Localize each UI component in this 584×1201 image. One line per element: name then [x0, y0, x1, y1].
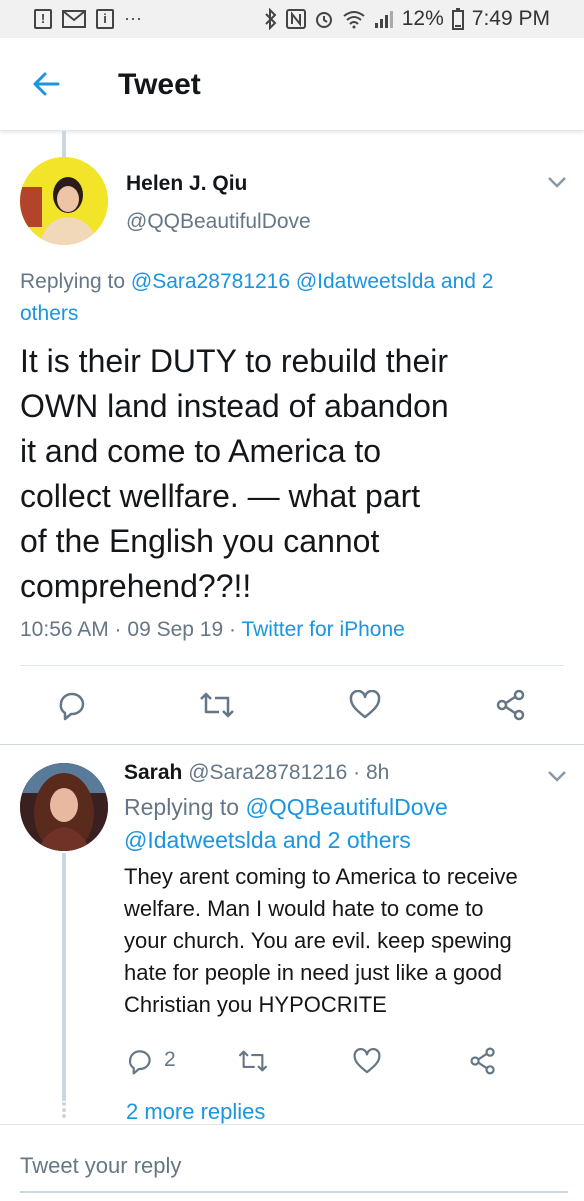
compose-bar: Tweet your reply — [0, 1124, 584, 1201]
thread-line-bottom — [62, 853, 66, 1101]
battery-icon — [451, 8, 464, 30]
tweet-source-link[interactable]: Twitter for iPhone — [241, 618, 404, 641]
info-icon: i — [96, 8, 114, 29]
share-icon[interactable] — [494, 688, 528, 722]
reply-icon[interactable] — [54, 688, 88, 722]
replying-prefix: Replying to — [20, 270, 126, 293]
author-name[interactable]: Helen J. Qiu — [126, 172, 247, 196]
avatar[interactable] — [20, 763, 108, 851]
back-arrow-icon[interactable] — [30, 68, 62, 100]
replying-to-others-link[interactable]: others — [20, 302, 78, 325]
bluetooth-icon — [265, 8, 277, 30]
reply-text-line: welfare. Man I would hate to come to — [124, 896, 484, 921]
status-bar: ! i ··· 12% 7:49 PM — [0, 0, 584, 38]
tweet-text: It is their DUTY to rebuild their OWN la… — [20, 339, 570, 609]
tweet-text-line: OWN land instead of abandon — [20, 388, 449, 424]
battery-percent: 12% — [401, 7, 444, 30]
signal-icon — [374, 11, 393, 28]
system-icons: 12% 7:49 PM — [264, 7, 550, 31]
wifi-icon — [343, 11, 365, 29]
clock: 7:49 PM — [471, 7, 550, 30]
tweet-text-line: collect wellfare. — what part — [20, 478, 421, 514]
tweet-meta: 10:56 AM · 09 Sep 19 · Twitter for iPhon… — [20, 618, 405, 642]
retweet-icon[interactable] — [197, 690, 237, 720]
reply-text-line: hate for people in need just like a good — [124, 960, 502, 985]
alarm-icon — [315, 12, 332, 28]
reply-count: 2 — [164, 1048, 176, 1071]
thread-line-top — [62, 131, 66, 157]
reply-text-line: Christian you HYPOCRITE — [124, 992, 387, 1017]
chevron-down-icon[interactable] — [546, 769, 568, 783]
reply-header: Sarah @Sara28781216 · 8h — [124, 761, 389, 785]
tweet-text-line: it and come to America to — [20, 433, 382, 469]
like-heart-icon[interactable] — [352, 1048, 382, 1075]
replying-to: Replying to @Sara28781216 @Idatweetslda … — [20, 266, 570, 330]
reply-replying-to: Replying to @QQBeautifulDove @Idatweetsl… — [124, 791, 564, 857]
thread-more-dots — [62, 1102, 66, 1118]
reply-icon[interactable] — [124, 1046, 154, 1076]
replying-to-others-link[interactable]: @Idatweetslda and 2 others — [124, 827, 411, 853]
reply-text-line: They arent coming to America to receive — [124, 864, 518, 889]
tweet-text-line: of the English you cannot — [20, 523, 380, 559]
retweet-icon[interactable] — [236, 1048, 270, 1074]
reply-author-handle[interactable]: @Sara28781216 · 8h — [188, 761, 389, 784]
reply-text: They arent coming to America to receive … — [124, 861, 574, 1021]
more-notifications-icon: ··· — [124, 8, 142, 28]
share-icon[interactable] — [468, 1046, 498, 1076]
avatar-image — [20, 157, 108, 245]
divider — [20, 665, 564, 666]
nfc-icon — [285, 9, 306, 29]
notification-icons: ! i ··· — [34, 8, 142, 29]
section-divider — [0, 744, 584, 745]
mail-icon — [62, 9, 86, 28]
page-title: Tweet — [118, 68, 201, 101]
reply-text-line: your church. You are evil. keep spewing — [124, 928, 512, 953]
replying-to-link[interactable]: @Sara28781216 @Idatweetslda and 2 — [131, 270, 494, 293]
tweet-timestamp: 10:56 AM · 09 Sep 19 · — [20, 618, 236, 641]
chevron-down-icon[interactable] — [546, 175, 568, 189]
like-heart-icon[interactable] — [348, 690, 382, 720]
replying-prefix: Replying to — [124, 794, 240, 820]
more-replies-link[interactable]: 2 more replies — [126, 1099, 265, 1125]
author-handle[interactable]: @QQBeautifulDove — [126, 210, 311, 234]
compose-underline — [20, 1191, 568, 1193]
reply-author-name[interactable]: Sarah — [124, 761, 182, 784]
avatar[interactable] — [20, 157, 108, 245]
tweet-text-line: comprehend??!! — [20, 568, 252, 604]
avatar-image — [20, 763, 108, 851]
replying-to-link[interactable]: @QQBeautifulDove — [245, 794, 447, 820]
app-bar: Tweet — [0, 38, 584, 131]
tweet-text-line: It is their DUTY to rebuild their — [20, 343, 449, 379]
reply-compose-input[interactable]: Tweet your reply — [20, 1153, 181, 1179]
alert-icon: ! — [34, 8, 52, 29]
